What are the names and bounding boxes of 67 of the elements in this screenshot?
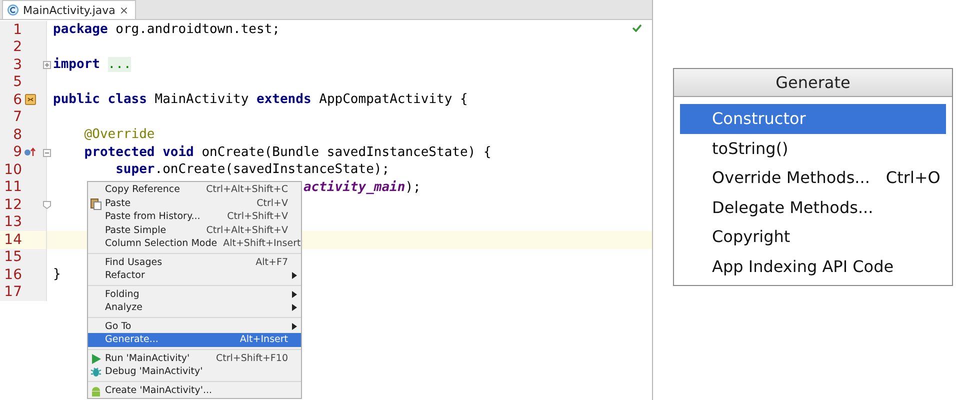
popup-item[interactable]: Delegate Methods... — [680, 192, 946, 222]
submenu-arrow-icon — [292, 272, 297, 279]
menu-item[interactable]: Analyze — [88, 301, 301, 314]
line-number: 13 — [3, 214, 22, 230]
code-text: .onCreate(savedInstanceState); — [154, 162, 390, 178]
popup-title: Generate — [674, 69, 952, 97]
line-number: 10 — [3, 162, 22, 178]
code-text: AppCompatActivity { — [319, 92, 468, 108]
line-number: 2 — [12, 39, 22, 56]
line-number: 14 — [3, 232, 22, 248]
file-tab[interactable]: MainActivity.java × — [2, 0, 136, 19]
collapse-icon[interactable] — [43, 148, 51, 156]
line-number: 17 — [3, 284, 22, 300]
code-text: @Override — [84, 127, 155, 142]
close-button[interactable]: × — [119, 4, 129, 16]
play-icon — [90, 352, 102, 364]
code-text: package — [53, 22, 109, 38]
line-number: 9 — [12, 144, 22, 160]
override-icon[interactable] — [24, 147, 36, 158]
line-number: 15 — [3, 249, 22, 266]
code-text: public class — [53, 92, 148, 108]
line-number: 11 — [3, 179, 22, 196]
check-icon — [632, 24, 642, 32]
code-text: import — [53, 57, 101, 72]
menu-item[interactable]: Refactor — [88, 269, 301, 282]
line-number: 1 — [12, 22, 22, 38]
line-number: 5 — [12, 74, 22, 90]
android-icon — [90, 384, 102, 396]
code-text: extends — [256, 92, 312, 108]
menu-item[interactable]: Paste from History... Ctrl+Shift+V — [88, 210, 301, 224]
menu-item[interactable]: Folding — [88, 288, 301, 301]
line-number: 3 — [12, 56, 22, 73]
code-text: activity_main — [303, 180, 406, 195]
menu-item[interactable]: Generate... Alt+Insert — [88, 333, 301, 346]
tab-label: MainActivity.java — [23, 4, 116, 16]
menu-item[interactable]: Run 'MainActivity' Ctrl+Shift+F10 — [88, 352, 301, 365]
code-text: super — [116, 162, 155, 178]
menu-item[interactable]: Go To — [88, 320, 301, 333]
line-number: 6 — [12, 92, 22, 108]
submenu-arrow-icon — [292, 322, 297, 330]
menu-item[interactable]: Copy Reference Ctrl+Alt+Shift+C — [88, 183, 301, 196]
menu-item[interactable]: Find Usages Alt+F7 — [88, 256, 301, 269]
code-text: ); — [405, 180, 421, 195]
bug-icon — [90, 366, 102, 378]
menu-item[interactable]: Debug 'MainActivity' — [88, 365, 301, 378]
popup-item[interactable]: App Indexing API Code — [680, 252, 946, 281]
code-text: MainActivity — [154, 92, 250, 108]
clipboard-icon — [90, 198, 102, 210]
code-text: onCreate(Bundle savedInstanceState) { — [202, 144, 492, 160]
line-number: 7 — [12, 109, 22, 126]
popup-item[interactable]: toString() — [680, 134, 946, 163]
menu-item[interactable]: Create 'MainActivity'... — [88, 384, 301, 397]
line-number: 16 — [3, 266, 22, 283]
code-text: protected void — [84, 144, 195, 160]
menu-item[interactable]: Paste Ctrl+V — [88, 196, 301, 210]
line-number: 8 — [12, 126, 22, 143]
fold-end-icon[interactable] — [43, 201, 51, 209]
popup-item[interactable]: Override Methods... Ctrl+O — [680, 163, 946, 192]
popup-item[interactable]: Copyright — [680, 222, 946, 252]
menu-item[interactable]: Column Selection Mode Alt+Shift+Insert — [88, 237, 301, 250]
popup-item[interactable]: Constructor — [680, 104, 946, 134]
menu-item[interactable]: Paste Simple Ctrl+Alt+Shift+V — [88, 224, 301, 237]
line-number: 12 — [3, 196, 22, 213]
code-text: ... — [108, 57, 132, 72]
code-text: org.androidtown.test; — [116, 22, 280, 38]
expand-icon[interactable] — [43, 61, 51, 69]
code-text: } — [53, 267, 61, 282]
